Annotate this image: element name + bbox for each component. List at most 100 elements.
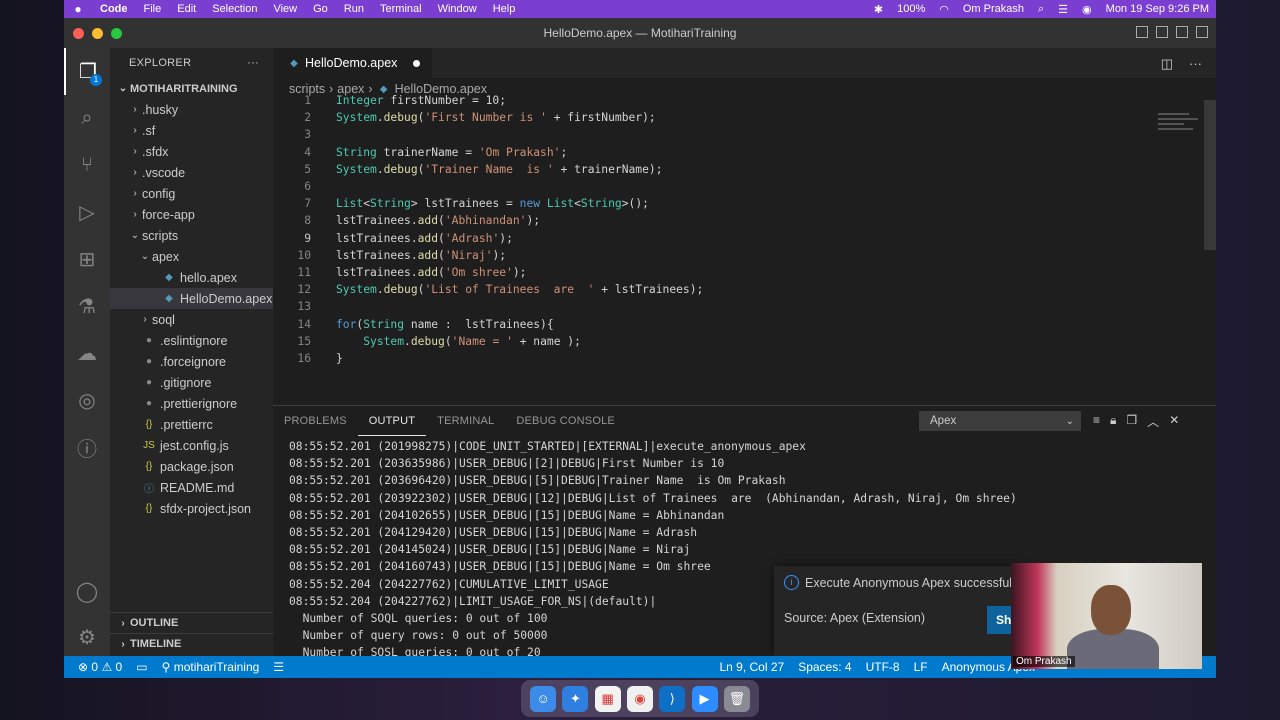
code-line[interactable]: 2 System.debug('First Number is ' + first… [273, 109, 1216, 126]
tree-item[interactable]: ● .gitignore [110, 372, 273, 393]
problems-info-icon[interactable]: ⓘ [64, 424, 110, 471]
tab-problems[interactable]: PROBLEMS [273, 406, 358, 436]
tree-item[interactable]: ● .eslintignore [110, 330, 273, 351]
org-status[interactable]: ⚲ motihariTraining [155, 660, 267, 674]
bluetooth-icon[interactable]: ✱ [867, 3, 890, 16]
menu-selection[interactable]: Selection [204, 3, 265, 15]
tree-item[interactable]: {} package.json [110, 456, 273, 477]
unsaved-dot-icon[interactable] [413, 59, 421, 67]
code-line[interactable]: 15 System.debug('Name = ' + name ); [273, 333, 1216, 350]
menu-user[interactable]: Om Prakash [956, 3, 1031, 15]
menu-go[interactable]: Go [305, 3, 336, 15]
customize-layout-icon[interactable] [1196, 26, 1208, 38]
siri-icon[interactable]: ◉ [1075, 3, 1099, 16]
minimap[interactable] [1158, 110, 1202, 142]
wifi-icon[interactable]: ◠ [932, 3, 956, 16]
explorer-more-icon[interactable]: ··· [247, 57, 259, 69]
tree-item[interactable]: {} sfdx-project.json [110, 498, 273, 519]
extensions-icon[interactable]: ⊞ [64, 236, 110, 283]
tree-item[interactable]: ◆ hello.apex [110, 267, 273, 288]
split-editor-icon[interactable]: ◫ [1161, 56, 1173, 72]
notifications-bell-icon[interactable]: ▭ [129, 660, 154, 674]
code-line[interactable]: 13 [273, 298, 1216, 315]
code-editor[interactable]: 1 Integer firstNumber = 10; 2 System.debug(… [273, 92, 1216, 404]
github-icon[interactable]: ◎ [64, 377, 110, 424]
editor-scrollbar[interactable] [1204, 100, 1216, 250]
tab-hellodemo-apex[interactable]: ◆ HelloDemo.apex [273, 48, 433, 78]
code-line[interactable]: 7 List<String> lstTrainees = new List<Str… [273, 195, 1216, 212]
tab-terminal[interactable]: TERMINAL [426, 406, 505, 436]
tab-output[interactable]: OUTPUT [357, 406, 427, 436]
tree-item[interactable]: ● .prettierignore [110, 393, 273, 414]
menu-edit[interactable]: Edit [169, 3, 204, 15]
menu-window[interactable]: Window [430, 3, 485, 15]
tree-item[interactable]: ⌄ scripts [110, 225, 273, 246]
salesforce-org-icon[interactable]: ☁ [64, 330, 110, 377]
chrome-icon[interactable]: ◉ [626, 685, 653, 712]
tree-item[interactable]: › soql [110, 309, 273, 330]
code-line[interactable]: 8 lstTrainees.add('Abhinandan'); [273, 212, 1216, 229]
indentation[interactable]: Spaces: 4 [791, 660, 858, 674]
tree-item[interactable]: › .vscode [110, 162, 273, 183]
tree-item[interactable]: › config [110, 183, 273, 204]
cursor-position[interactable]: Ln 9, Col 27 [712, 660, 791, 674]
manage-gear-icon[interactable]: ⚙ [64, 614, 110, 661]
testing-icon[interactable]: ⚗ [64, 283, 110, 330]
lock-scroll-icon[interactable]: 🔒︎ [1110, 413, 1116, 430]
code-line[interactable]: 3 [273, 126, 1216, 143]
tree-item[interactable]: JS jest.config.js [110, 435, 273, 456]
output-channel-select[interactable]: Apex ⌄ [919, 411, 1081, 431]
code-line[interactable]: 5 System.debug('Trainer Name is ' + train… [273, 161, 1216, 178]
search-icon[interactable]: ⌕ [64, 95, 110, 142]
run-debug-icon[interactable]: ▷ [64, 189, 110, 236]
tree-item[interactable]: ⌄ apex [110, 246, 273, 267]
maximize-panel-icon[interactable]: ︿ [1147, 413, 1159, 430]
tab-debug-console[interactable]: DEBUG CONSOLE [505, 406, 626, 436]
apple-icon[interactable]: ● [64, 2, 92, 16]
tree-item[interactable]: › .sfdx [110, 141, 273, 162]
problems-status[interactable]: ⊗ 0 ⚠ 0 [64, 660, 129, 674]
code-line[interactable]: 11 lstTrainees.add('Om shree'); [273, 264, 1216, 281]
toggle-secondary-sidebar-icon[interactable] [1176, 26, 1188, 38]
tree-item[interactable]: {} .prettierrc [110, 414, 273, 435]
menu-run[interactable]: Run [336, 3, 372, 15]
code-line[interactable]: 1 Integer firstNumber = 10; [273, 92, 1216, 109]
source-control-icon[interactable]: ⑂ [64, 142, 110, 189]
timeline-section[interactable]: › TIMELINE [110, 633, 273, 654]
menu-help[interactable]: Help [485, 3, 524, 15]
close-panel-icon[interactable]: ✕ [1169, 413, 1179, 430]
code-line[interactable]: 14 for(String name : lstTrainees){ [273, 315, 1216, 332]
menu-app-name[interactable]: Code [92, 3, 136, 15]
code-line[interactable]: 4 String trainerName = 'Om Prakash'; [273, 144, 1216, 161]
toggle-panel-icon[interactable] [1156, 26, 1168, 38]
code-line[interactable]: 16} [273, 350, 1216, 367]
code-line[interactable]: 9 lstTrainees.add('Adrash'); [273, 230, 1216, 247]
spotlight-search-icon[interactable]: ⌕ [1031, 3, 1051, 16]
outline-section[interactable]: › OUTLINE [110, 612, 273, 633]
workspace-root[interactable]: ⌄ MOTIHARITRAINING [110, 78, 273, 99]
line-ending[interactable]: LF [907, 660, 935, 674]
explorer-icon[interactable]: ❐ 1 [64, 48, 110, 95]
menu-file[interactable]: File [136, 3, 170, 15]
trash-icon[interactable]: 🗑︎ [723, 685, 750, 712]
control-center-icon[interactable]: ☰ [1051, 3, 1075, 16]
open-in-editor-icon[interactable]: ❐ [1126, 413, 1137, 430]
finder-icon[interactable]: ☺ [530, 685, 557, 712]
menu-terminal[interactable]: Terminal [372, 3, 430, 15]
account-icon[interactable]: ◯ [64, 568, 110, 615]
tree-item[interactable]: › .husky [110, 99, 273, 120]
code-line[interactable]: 6 [273, 178, 1216, 195]
menu-datetime[interactable]: Mon 19 Sep 9:26 PM [1099, 3, 1216, 15]
tree-item[interactable]: › force-app [110, 204, 273, 225]
zoom-icon[interactable]: ▶ [691, 685, 718, 712]
editor-more-icon[interactable]: ··· [1189, 56, 1202, 72]
tree-item[interactable]: › .sf [110, 120, 273, 141]
safari-icon[interactable]: ✦ [562, 685, 589, 712]
encoding[interactable]: UTF-8 [859, 660, 907, 674]
tasks-list-icon[interactable]: ☰ [266, 660, 291, 674]
clear-output-icon[interactable]: ≡ [1093, 413, 1100, 430]
code-line[interactable]: 12 System.debug('List of Trainees are ' +… [273, 281, 1216, 298]
tree-item[interactable]: ● .forceignore [110, 351, 273, 372]
tree-item[interactable]: ⓘ README.md [110, 477, 273, 498]
calendar-icon[interactable]: ▦ [594, 685, 621, 712]
